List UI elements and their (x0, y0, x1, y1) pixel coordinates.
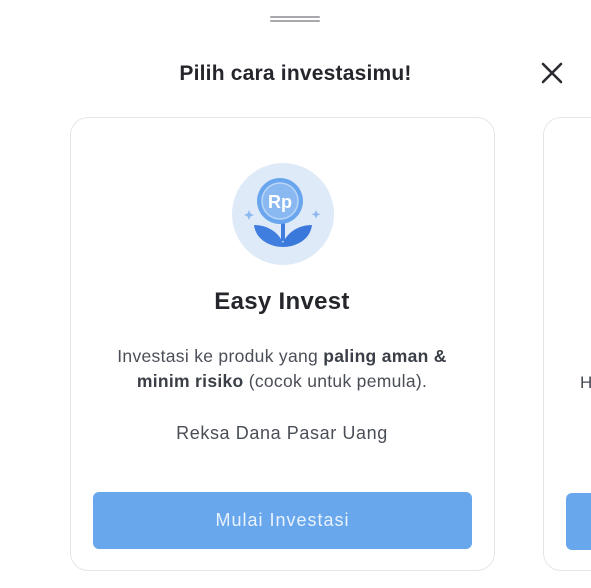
product-description: Investasi ke produk yang paling aman & m… (91, 344, 473, 394)
next-card-button[interactable] (566, 493, 591, 550)
next-card-description: H (580, 373, 591, 392)
bottom-sheet: Pilih cara investasimu! Rp Easy Invest I… (0, 0, 591, 588)
svg-text:Rp: Rp (268, 192, 292, 212)
fund-type-label: Reksa Dana Pasar Uang (176, 423, 388, 443)
close-icon (541, 62, 563, 84)
investment-option-card[interactable]: Rp Easy Invest Investasi ke produk yang … (70, 117, 495, 571)
rupiah-coin-plant-icon: Rp (232, 163, 334, 265)
start-investing-button[interactable]: Mulai Investasi (93, 492, 472, 549)
next-investment-option-card[interactable]: H (543, 117, 591, 571)
drag-handle[interactable] (270, 14, 320, 23)
product-name: Easy Invest (214, 288, 350, 315)
description-suffix: (cocok untuk pemula). (243, 371, 428, 391)
description-prefix: Investasi ke produk yang (117, 346, 324, 366)
sheet-title: Pilih cara investasimu! (179, 62, 412, 85)
close-button[interactable] (536, 58, 568, 90)
